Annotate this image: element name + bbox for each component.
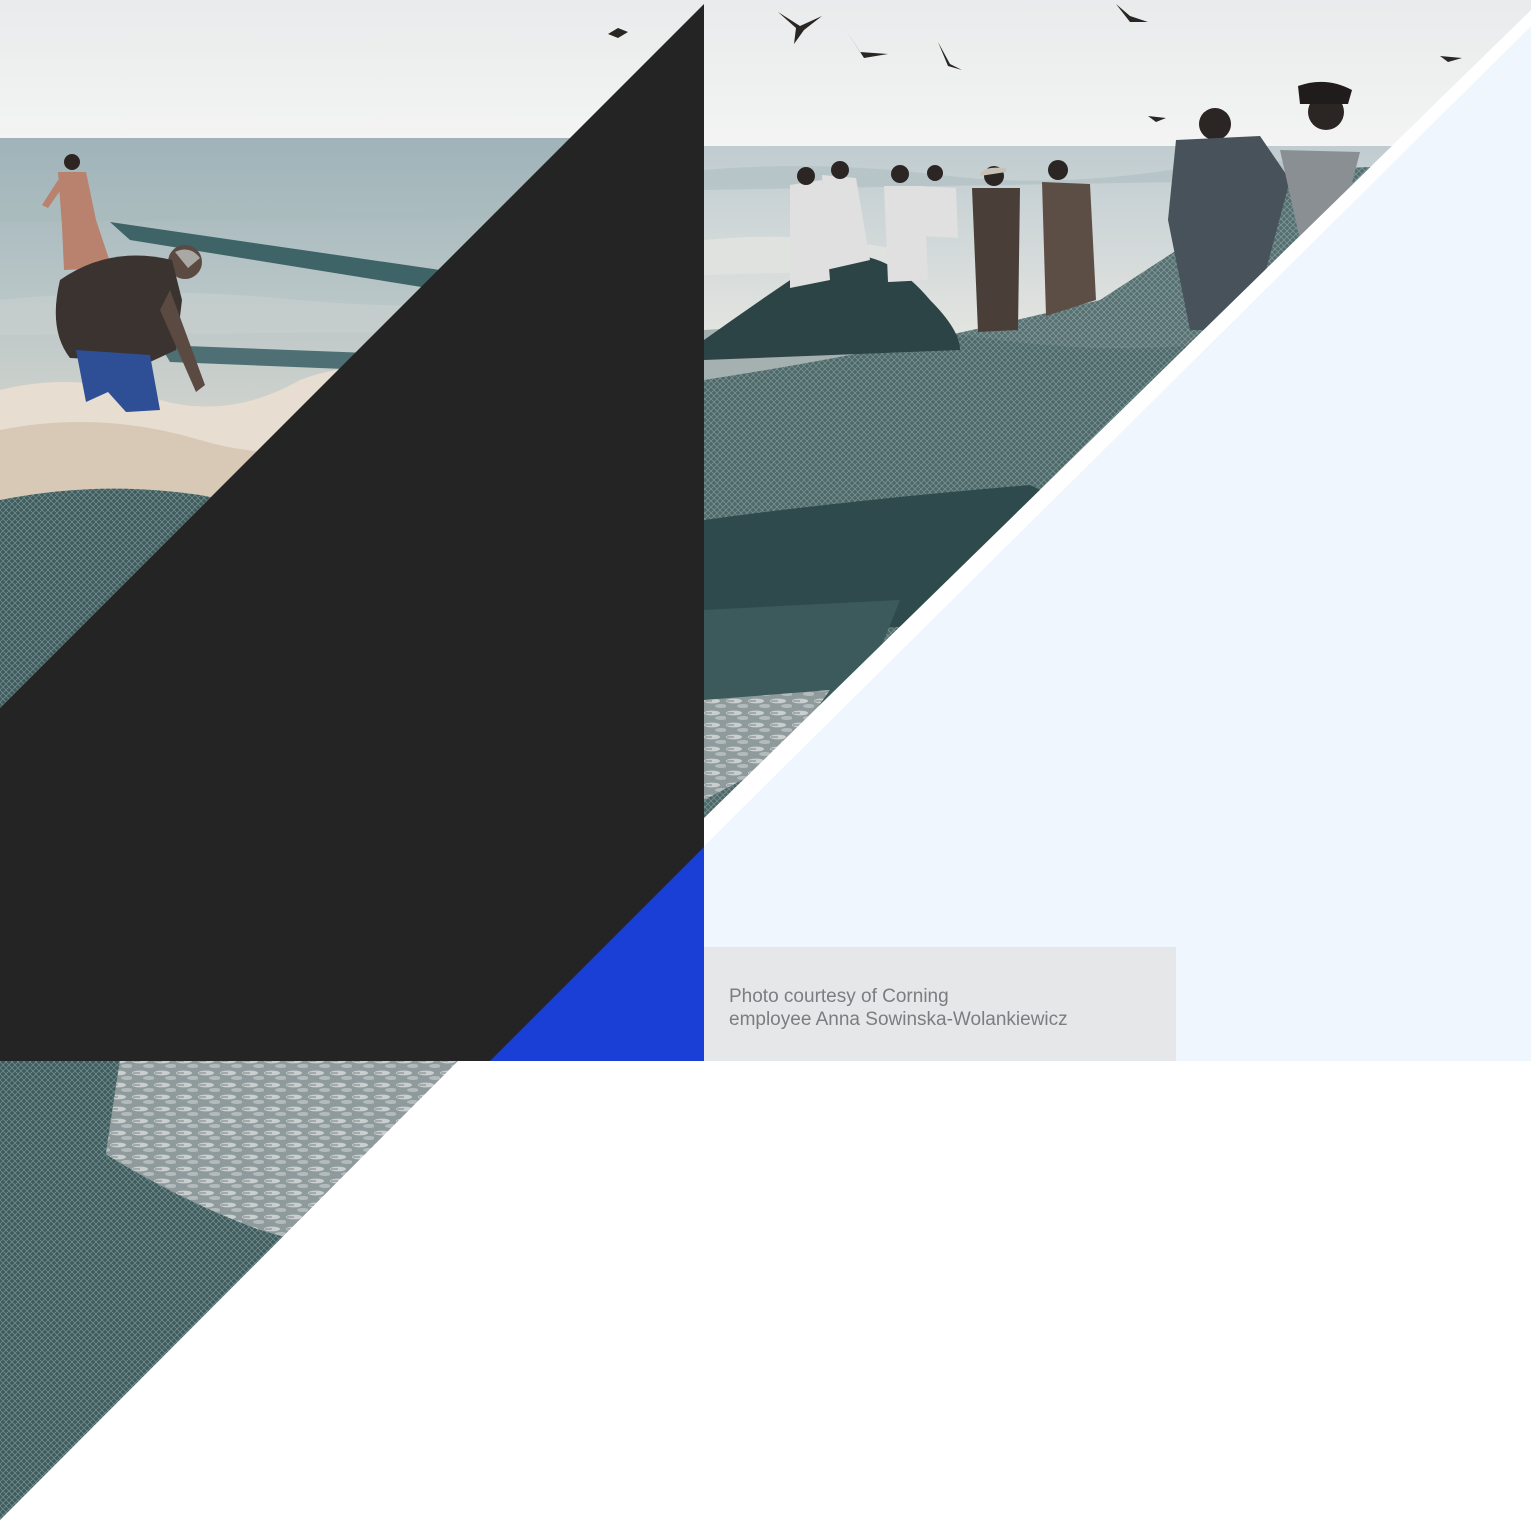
page: Photo courtesy of Corning employee Anna … — [0, 0, 1531, 1520]
photo-caption: Photo courtesy of Corning employee Anna … — [704, 947, 1176, 1061]
caption-line-1: Photo courtesy of Corning — [729, 986, 949, 1007]
page-artwork — [0, 0, 1531, 1520]
caption-line-2: employee Anna Sowinska-Wolankiewicz — [729, 1009, 1068, 1030]
